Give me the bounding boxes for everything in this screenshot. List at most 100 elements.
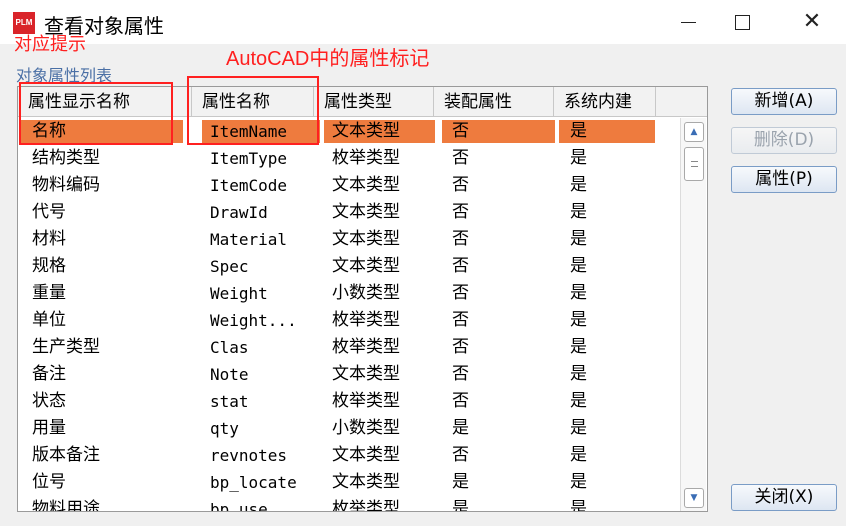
table-cell: 否 [452, 148, 469, 168]
table-row[interactable]: 状态 stat 枚举类型 否 是 [18, 388, 680, 415]
close-icon: ✕ [802, 9, 822, 34]
table-cell: stat [210, 392, 249, 411]
table-cell: 是 [570, 391, 587, 411]
title-bar: PLM 查看对象属性 ✕ [0, 0, 846, 44]
table-cell: 是 [570, 499, 587, 512]
table-row[interactable]: 代号 DrawId 文本类型 否 是 [18, 199, 680, 226]
table-cell: Material [210, 230, 288, 249]
table-cell: 是 [570, 175, 587, 195]
table-cell: 是 [570, 121, 587, 141]
table-cell: 是 [570, 256, 587, 276]
table-cell: 枚举类型 [332, 337, 400, 357]
column-header-attribute-name[interactable]: 属性名称 [192, 87, 314, 117]
table-cell: 否 [452, 256, 469, 276]
maximize-icon [734, 14, 750, 30]
table-row[interactable]: 重量 Weight 小数类型 否 是 [18, 280, 680, 307]
table-cell: 否 [452, 229, 469, 249]
column-header-system-builtin[interactable]: 系统内建 [554, 87, 656, 117]
delete-button[interactable]: 删除(D) [731, 127, 837, 154]
table-cell: 是 [452, 472, 469, 492]
table-cell: 是 [570, 337, 587, 357]
table-cell: ItemName [210, 122, 288, 141]
table-cell: 是 [570, 202, 587, 222]
table-row[interactable]: 规格 Spec 文本类型 否 是 [18, 253, 680, 280]
table-cell: 生产类型 [32, 337, 100, 357]
table-row[interactable]: 用量 qty 小数类型 是 是 [18, 415, 680, 442]
table-row[interactable]: 位号 bp_locate 文本类型 是 是 [18, 469, 680, 496]
add-button[interactable]: 新增(A) [731, 88, 837, 115]
table-cell: 是 [452, 499, 469, 512]
table-cell: 枚举类型 [332, 310, 400, 330]
close-button[interactable]: 关闭(X) [731, 484, 837, 511]
table-cell: Spec [210, 257, 249, 276]
table-cell: ItemType [210, 149, 288, 168]
table-cell: Weight... [210, 311, 297, 330]
table-row[interactable]: 物料用途 bp_use 枚举类型 是 是 [18, 496, 680, 512]
table-cell: 重量 [32, 283, 66, 303]
table-row[interactable]: 结构类型 ItemType 枚举类型 否 是 [18, 145, 680, 172]
annotation-autocad-label: AutoCAD中的属性标记 [226, 48, 430, 70]
minimize-button[interactable] [658, 0, 718, 44]
table-cell: 是 [570, 310, 587, 330]
close-window-button[interactable]: ✕ [782, 0, 842, 44]
table-cell: 代号 [32, 202, 66, 222]
table-cell: 否 [452, 364, 469, 384]
vertical-scrollbar[interactable]: ▲ ▼ [680, 118, 706, 511]
minimize-icon [680, 21, 696, 23]
table-cell: 是 [570, 283, 587, 303]
scroll-down-arrow-icon[interactable]: ▼ [684, 488, 704, 508]
table-cell: 否 [452, 175, 469, 195]
scroll-up-arrow-icon[interactable]: ▲ [684, 122, 704, 142]
table-cell: Weight [210, 284, 268, 303]
table-cell: 用量 [32, 418, 66, 438]
table-cell: 文本类型 [332, 229, 400, 249]
maximize-button[interactable] [712, 0, 772, 44]
table-cell: 文本类型 [332, 364, 400, 384]
table-cell: 版本备注 [32, 445, 100, 465]
table-cell: 是 [570, 472, 587, 492]
table-row[interactable]: 备注 Note 文本类型 否 是 [18, 361, 680, 388]
table-cell: bp_locate [210, 473, 297, 492]
table-cell: 枚举类型 [332, 148, 400, 168]
table-cell: 文本类型 [332, 202, 400, 222]
table-cell: 备注 [32, 364, 66, 384]
table-cell: Note [210, 365, 249, 384]
table-cell: 是 [570, 148, 587, 168]
column-header-attribute-type[interactable]: 属性类型 [314, 87, 434, 117]
table-cell: revnotes [210, 446, 288, 465]
table-cell: 文本类型 [332, 472, 400, 492]
table-cell: bp_use [210, 500, 268, 512]
column-header-display-name[interactable]: 属性显示名称 [18, 87, 192, 117]
table-row[interactable]: 生产类型 Clas 枚举类型 否 是 [18, 334, 680, 361]
attribute-table: 属性显示名称 属性名称 属性类型 装配属性 系统内建 名称 ItemName 文本类… [17, 86, 708, 512]
table-cell: 文本类型 [332, 121, 400, 141]
table-row[interactable]: 名称 ItemName 文本类型 否 是 [18, 118, 680, 145]
column-header-assembly-attribute[interactable]: 装配属性 [434, 87, 554, 117]
attribute-list-label: 对象属性列表 [16, 66, 113, 85]
table-cell: 是 [570, 229, 587, 249]
table-cell: 否 [452, 310, 469, 330]
table-cell: 文本类型 [332, 175, 400, 195]
table-row[interactable]: 单位 Weight... 枚举类型 否 是 [18, 307, 680, 334]
table-cell: 枚举类型 [332, 391, 400, 411]
table-cell: DrawId [210, 203, 268, 222]
table-row[interactable]: 版本备注 revnotes 文本类型 否 是 [18, 442, 680, 469]
table-cell: 否 [452, 391, 469, 411]
properties-button[interactable]: 属性(P) [731, 166, 837, 193]
table-cell: 否 [452, 283, 469, 303]
table-cell: 小数类型 [332, 418, 400, 438]
table-cell: 文本类型 [332, 445, 400, 465]
table-row[interactable]: 物料编码 ItemCode 文本类型 否 是 [18, 172, 680, 199]
annotation-hint-label: 对应提示 [14, 34, 86, 55]
table-cell: 否 [452, 337, 469, 357]
table-cell: 物料用途 [32, 499, 100, 512]
table-header: 属性显示名称 属性名称 属性类型 装配属性 系统内建 [18, 87, 707, 117]
table-cell: 是 [452, 418, 469, 438]
scroll-thumb[interactable] [684, 147, 704, 181]
table-row[interactable]: 材料 Material 文本类型 否 是 [18, 226, 680, 253]
table-cell: 位号 [32, 472, 66, 492]
table-cell: 物料编码 [32, 175, 100, 195]
table-cell: 材料 [32, 229, 66, 249]
table-cell: 结构类型 [32, 148, 100, 168]
table-cell: 小数类型 [332, 283, 400, 303]
